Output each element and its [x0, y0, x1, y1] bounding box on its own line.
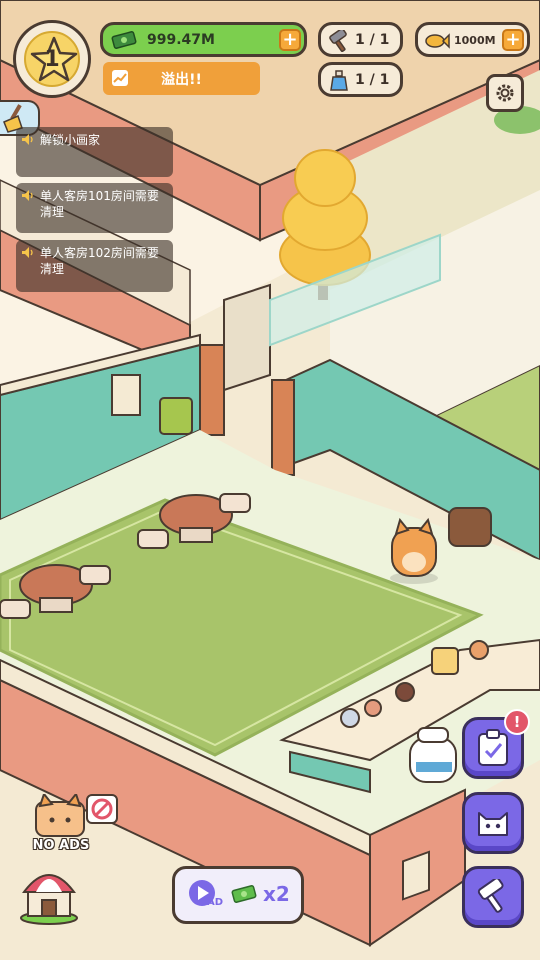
notification-item: 单人客房102房间需要清理	[16, 240, 173, 292]
level-number: 1	[44, 47, 60, 72]
settings-button[interactable]	[486, 74, 524, 112]
overflow-label: 溢出!!	[161, 72, 202, 88]
level-badge[interactable]: 1	[13, 20, 91, 98]
cat-mascot-icon	[30, 791, 90, 838]
ad-double-cash-button[interactable]: AD x2	[172, 866, 304, 924]
potion-counter: 1 / 1	[318, 62, 403, 97]
hammer-count: 1 / 1	[355, 32, 390, 48]
speaker-icon	[22, 246, 33, 258]
notification-item: 解锁小画家	[16, 127, 173, 177]
hammer-build-icon	[477, 879, 504, 913]
alert-badge: !	[504, 709, 530, 735]
build-tools-button[interactable]	[462, 866, 524, 928]
notification-text: 解锁小画家	[40, 133, 101, 147]
hammer-icon	[327, 28, 351, 53]
no-ads-badge-icon	[86, 794, 118, 824]
clipboard-check-icon	[478, 729, 508, 766]
cat-face-icon	[478, 812, 508, 836]
gear-icon	[494, 82, 516, 104]
cash-bar: 999.47M +	[100, 22, 307, 57]
fish-icon	[424, 31, 450, 51]
notification-text: 单人客房101房间需要清理	[40, 189, 159, 219]
orange-cat	[390, 517, 438, 584]
hammer-counter: 1 / 1	[318, 22, 403, 57]
shop-icon	[20, 874, 78, 925]
shop-button[interactable]	[18, 864, 80, 926]
cash-icon	[111, 30, 137, 50]
overflow-bar[interactable]: 溢出!!	[103, 62, 260, 95]
cash-amount: 999.47M	[147, 32, 215, 48]
speaker-icon	[22, 133, 33, 145]
fish-currency-bar: 1000M +	[415, 22, 530, 57]
add-cash-button[interactable]: +	[279, 29, 301, 51]
cash-icon	[231, 883, 257, 905]
character-menu-button[interactable]	[462, 792, 524, 854]
add-fish-button[interactable]: +	[502, 29, 524, 51]
ad-label: AD	[207, 897, 224, 908]
potion-count: 1 / 1	[355, 72, 390, 88]
no-ads-button[interactable]: NO ADS	[14, 790, 124, 856]
no-ads-label: NO ADS	[32, 838, 90, 853]
fish-amount: 1000M	[454, 34, 496, 47]
potion-icon	[327, 69, 351, 93]
speaker-icon	[22, 189, 33, 201]
ad-multiplier: x2	[263, 882, 290, 906]
notification-item: 单人客房101房间需要清理	[16, 183, 173, 233]
notification-text: 单人客房102房间需要清理	[40, 246, 159, 276]
